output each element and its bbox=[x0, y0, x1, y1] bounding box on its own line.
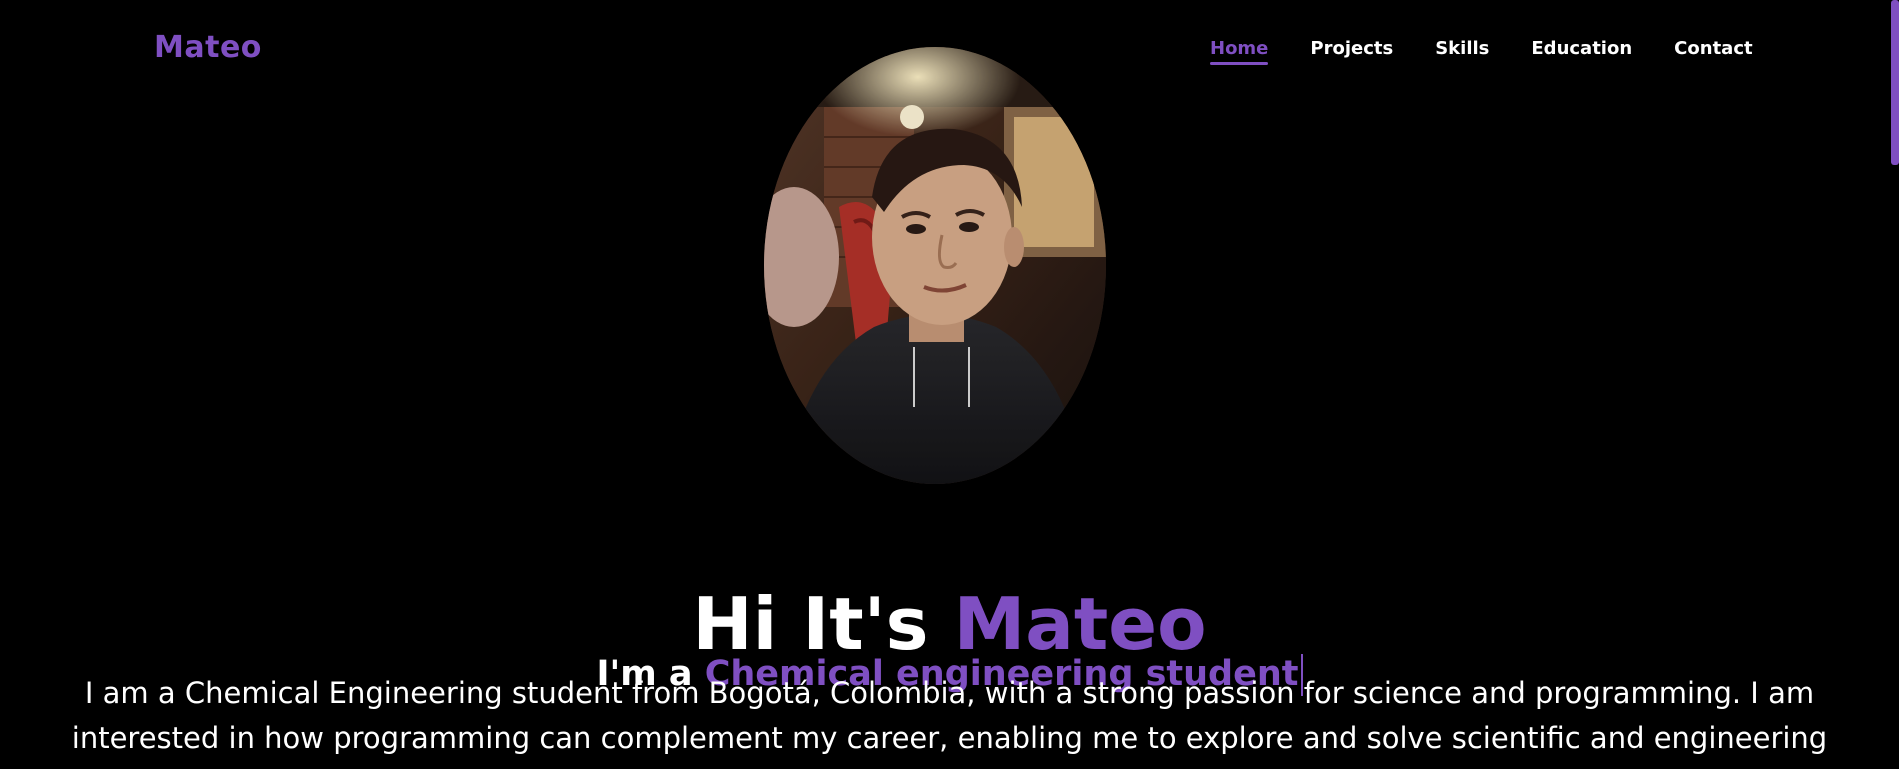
profile-photo-illustration bbox=[764, 47, 1106, 484]
page-scrollbar[interactable] bbox=[1891, 0, 1899, 769]
nav-links: Home Projects Skills Education Contact bbox=[1210, 38, 1753, 65]
nav-link-home[interactable]: Home bbox=[1210, 38, 1269, 65]
nav-link-contact[interactable]: Contact bbox=[1674, 38, 1752, 59]
nav-link-education[interactable]: Education bbox=[1531, 38, 1632, 59]
profile-photo bbox=[764, 47, 1106, 484]
hero-description: I am a Chemical Engineering student from… bbox=[0, 671, 1899, 761]
portfolio-page: Mateo Home Projects Skills Education Con… bbox=[0, 0, 1899, 769]
hero-description-line-1: I am a Chemical Engineering student from… bbox=[84, 676, 1815, 710]
hero-description-line-2: interested in how programming can comple… bbox=[71, 721, 1828, 755]
nav-link-projects[interactable]: Projects bbox=[1310, 38, 1393, 59]
site-logo[interactable]: Mateo bbox=[154, 30, 262, 65]
scrollbar-thumb[interactable] bbox=[1891, 0, 1899, 165]
nav-link-skills[interactable]: Skills bbox=[1435, 38, 1489, 59]
